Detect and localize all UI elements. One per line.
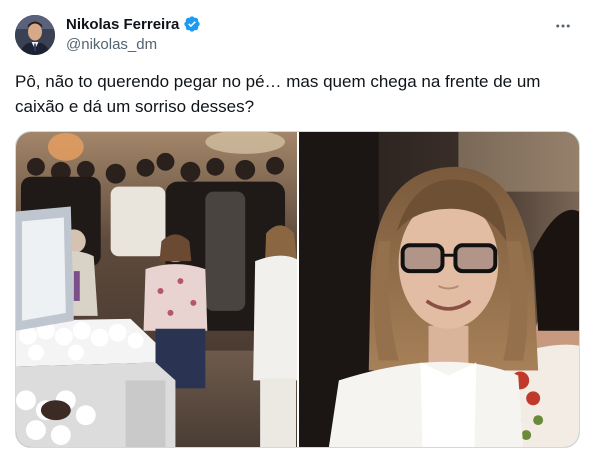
- tweet-media-grid: [15, 131, 580, 448]
- more-options-button[interactable]: [550, 14, 576, 38]
- tweet-text: Pô, não to querendo pegar no pé… mas que…: [15, 72, 541, 116]
- avatar-photo: [15, 15, 55, 55]
- author-handle[interactable]: @nikolas_dm: [66, 36, 157, 53]
- more-horizontal-icon: [556, 24, 570, 28]
- smiling-woman-closeup-photo: [299, 132, 579, 447]
- funeral-scene-photo: [16, 132, 297, 447]
- verified-badge-icon: [183, 15, 201, 33]
- author-avatar[interactable]: [15, 15, 55, 55]
- media-photo-2[interactable]: [299, 132, 579, 447]
- media-photo-1[interactable]: [16, 132, 297, 447]
- author-display-name[interactable]: Nikolas Ferreira: [66, 16, 179, 33]
